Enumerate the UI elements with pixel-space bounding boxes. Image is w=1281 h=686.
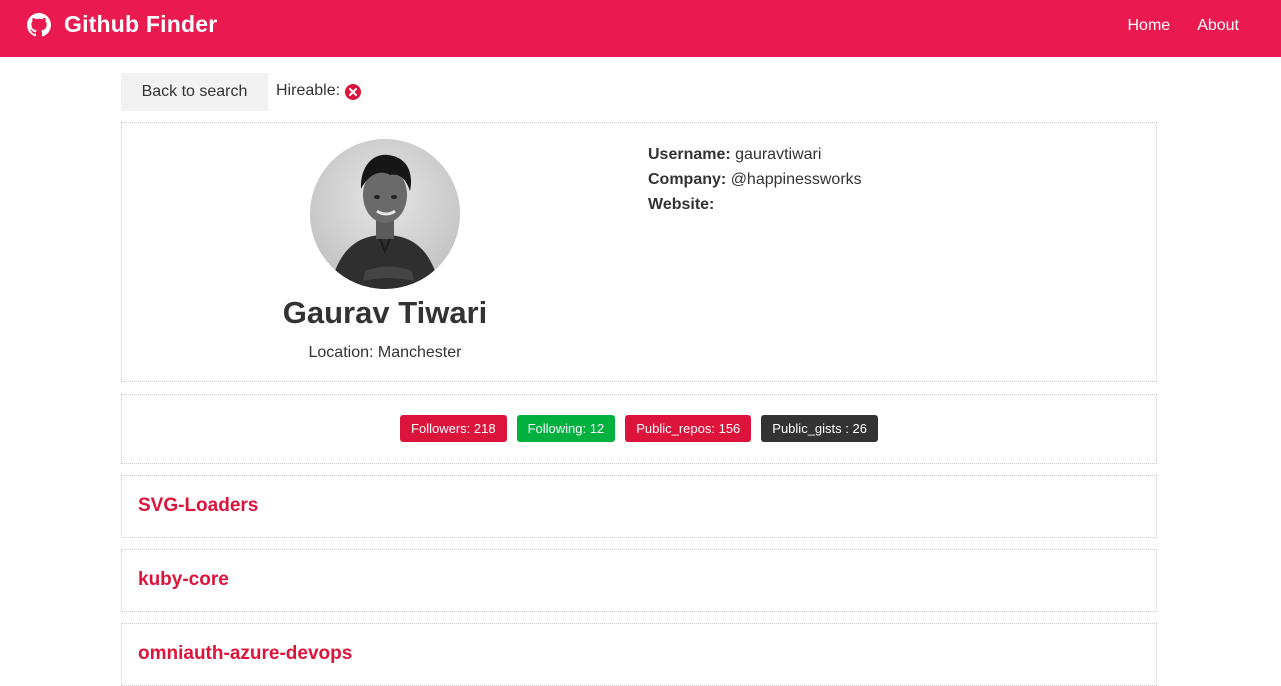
repo-item: SVG-Loaders <box>121 475 1157 538</box>
following-badge: Following: 12 <box>516 415 616 442</box>
repo-link[interactable]: omniauth-azure-devops <box>138 643 352 665</box>
username-row: Username: gauravtiwari <box>648 142 862 167</box>
profile-name: Gaurav Tiwari <box>282 295 488 330</box>
repo-link[interactable]: SVG-Loaders <box>138 495 258 517</box>
hireable-label: Hireable: <box>276 82 341 99</box>
back-to-search-button[interactable]: Back to search <box>121 73 268 111</box>
hireable-status: Hireable: <box>276 82 362 100</box>
stats-card: Followers: 218 Following: 12 Public_repo… <box>121 394 1157 464</box>
avatar-photo <box>310 139 460 289</box>
company-label: Company: <box>648 171 727 188</box>
profile-location: Location: Manchester <box>308 344 462 361</box>
x-circle-icon <box>345 84 362 100</box>
followers-badge: Followers: 218 <box>400 415 507 442</box>
nav-link-about[interactable]: About <box>1197 17 1239 35</box>
brand[interactable]: Github Finder <box>27 11 217 38</box>
stats-badges: Followers: 218 Following: 12 Public_repo… <box>122 415 1156 442</box>
repo-link[interactable]: kuby-core <box>138 569 229 591</box>
username-value: gauravtiwari <box>735 146 822 163</box>
public-repos-badge: Public_repos: 156 <box>625 415 752 442</box>
profile-info: Username: gauravtiwari Company: @happine… <box>648 142 862 217</box>
company-row: Company: @happinessworks <box>648 167 862 192</box>
profile-card: Gaurav Tiwari Location: Manchester Usern… <box>121 122 1157 382</box>
github-icon <box>27 12 51 36</box>
repo-item: omniauth-azure-devops <box>121 623 1157 686</box>
company-value: @happinessworks <box>730 171 862 188</box>
nav-links: Home About <box>1101 17 1240 35</box>
username-label: Username: <box>648 146 731 163</box>
brand-title: Github Finder <box>64 11 218 37</box>
avatar <box>310 139 460 289</box>
repo-item: kuby-core <box>121 549 1157 612</box>
public-gists-badge: Public_gists : 26 <box>761 415 878 442</box>
website-row: Website: <box>648 192 862 217</box>
website-label: Website: <box>648 196 715 213</box>
navbar: Github Finder Home About <box>0 0 1281 57</box>
nav-link-home[interactable]: Home <box>1128 17 1171 35</box>
